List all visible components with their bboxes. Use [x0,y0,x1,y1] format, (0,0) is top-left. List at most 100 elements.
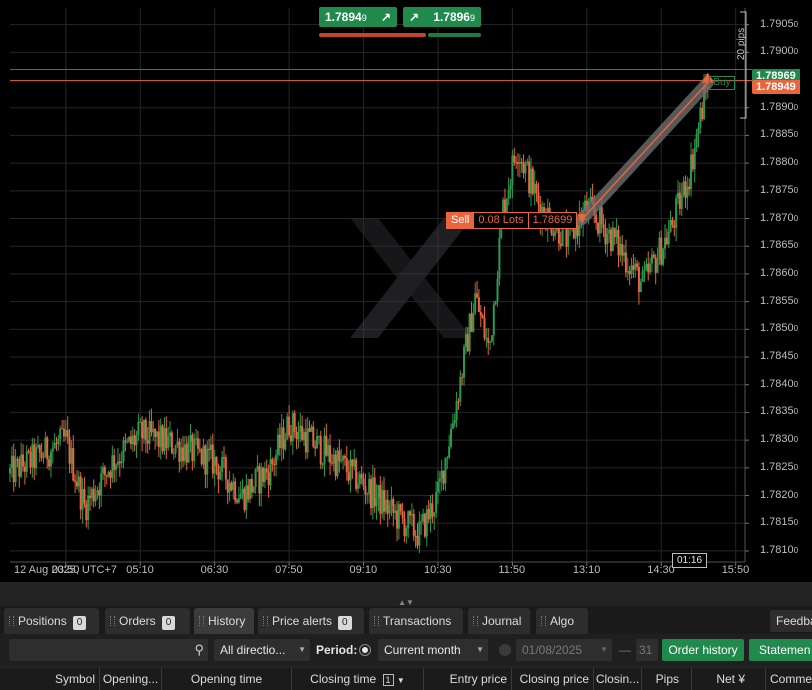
candle-body [654,257,657,273]
col-opening-direction[interactable]: Opening... [100,668,162,690]
col-symbol[interactable]: Symbol [0,668,100,690]
candle-body [686,186,689,198]
candle-body [256,466,259,470]
date-value: 01/08/2025 [522,643,583,657]
candle-body [202,445,205,465]
price-tick-label: 1.78350 [760,405,799,418]
candle-body [448,446,451,458]
chart-area[interactable]: 1.78949 ↗ ↗ 1.78969 1.79050 1.79000 1.7890… [0,0,812,593]
tab-price-alerts[interactable]: Price alerts 0 [258,608,364,634]
time-tick-label: 09:10 [349,564,378,576]
candle-body [490,335,493,342]
candle-body [200,448,203,465]
tab-orders[interactable]: Orders 0 [105,608,190,634]
candle-body [148,421,151,444]
search-icon[interactable]: ⚲ [194,639,204,661]
tab-history[interactable]: History [194,608,254,634]
tab-transactions[interactable]: Transactions [369,608,463,634]
tab-label: Algo [550,614,575,628]
price-tick-label: 1.79000 [760,45,799,58]
candle-body [284,439,287,450]
candle-body [673,224,676,228]
candle-body [675,198,678,228]
arrow-up-right-icon: ↗ [380,10,391,24]
candle-body [55,443,58,445]
period-select[interactable]: Current month ▼ [378,639,488,661]
candle-body [422,513,425,522]
col-net[interactable]: Net ¥ [692,668,766,690]
candle-body [477,297,480,312]
candle-body [438,478,441,482]
tab-algo[interactable]: Algo [536,608,588,634]
candle-body [57,439,60,444]
price-tick-label: 1.78150 [760,516,799,529]
calendar-button[interactable]: 31 [636,639,658,661]
candle-body [649,263,652,273]
candle-body [375,497,378,507]
candle-body [236,500,239,503]
candle-body [53,443,56,449]
price-chart[interactable] [0,0,812,582]
candle-body [295,431,298,440]
candle-body [81,489,84,510]
candle-body [265,468,268,473]
candle-body [643,269,646,271]
candle-body [77,476,80,487]
candle-body [85,503,88,521]
candle-body [464,334,467,347]
candle-body [293,413,296,432]
time-tick-label: 07:50 [275,564,303,576]
candle-body [507,189,510,199]
time-tick-label: 05:10 [126,564,154,576]
date-from-field[interactable]: 01/08/2025 ▼ [516,639,612,661]
position-label[interactable]: Sell 0.08 Lots 1.78699 [446,212,578,229]
candle-body [505,198,508,213]
candle-body [597,222,599,234]
tab-grip-icon [9,616,14,626]
candle-body [258,466,261,494]
candle-body [626,271,629,273]
col-closing-quantity[interactable]: Closin... [594,668,642,690]
candle-body [329,445,332,463]
candle-body [312,426,315,447]
candle-body [358,474,361,485]
candle-body [252,486,255,493]
period-radio-current[interactable] [362,647,368,653]
candle-body [278,434,281,448]
tab-label: Price alerts [272,614,333,628]
direction-select[interactable]: All directio... ▼ [214,639,310,661]
candle-body [595,215,598,223]
price-tick-label: 1.78850 [760,128,799,141]
candle-body [29,451,32,468]
candle-body [234,481,237,501]
search-field[interactable]: ⚲ [9,639,208,661]
sell-quote-button[interactable]: 1.78949 ↗ [319,7,397,27]
feedback-button[interactable]: Feedba [770,610,812,632]
bottom-panel: ▲▼ Positions 0 Orders 0 History Price aler… [0,582,812,690]
col-comment[interactable]: Comme [766,668,812,690]
candle-body [102,467,105,474]
candle-body [364,486,367,495]
col-closing-price[interactable]: Closing price [512,668,594,690]
candle-body [137,422,140,436]
candle-body [468,313,471,352]
candle-body [90,488,93,499]
col-entry-price[interactable]: Entry price [424,668,512,690]
period-radio-custom[interactable] [499,644,511,656]
tab-journal[interactable]: Journal [468,608,530,634]
statement-button[interactable]: Statemen [749,639,812,661]
candle-body [552,233,555,236]
col-opening-time[interactable]: Opening time [162,668,292,690]
candle-body [474,293,477,313]
candle-body [51,448,54,452]
order-history-button[interactable]: Order history [662,639,744,661]
candle-body [156,431,158,438]
search-input[interactable] [15,642,189,658]
col-pips[interactable]: Pips [642,668,692,690]
position-price: 1.78699 [527,213,577,228]
tab-positions[interactable]: Positions 0 [4,608,99,634]
col-closing-time[interactable]: Closing time 1 ▼ [292,668,424,690]
buy-quote-button[interactable]: ↗ 1.78969 [403,7,481,27]
candle-body [152,429,155,433]
candle-body [520,162,523,164]
